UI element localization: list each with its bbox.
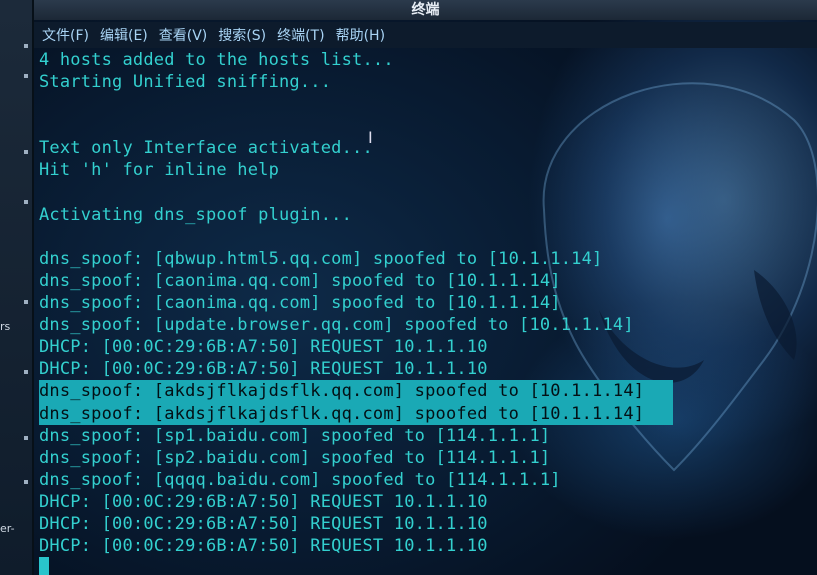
menu-search[interactable]: 搜索(S)	[218, 25, 266, 45]
terminal-line: dns_spoof: [sp2.baidu.com] spoofed to [1…	[39, 447, 551, 468]
terminal-output[interactable]: 4 hosts added to the hosts list... Starti…	[39, 49, 814, 557]
menu-terminal[interactable]: 终端(T)	[277, 25, 324, 45]
strip-marker	[24, 44, 28, 48]
background-window-strip: rs er-	[0, 0, 34, 575]
terminal-line: dns_spoof: [sp1.baidu.com] spoofed to [1…	[39, 425, 551, 446]
terminal-line: DHCP: [00:0C:29:6B:A7:50] REQUEST 10.1.1…	[39, 359, 488, 380]
terminal-window[interactable]: 终端 文件(F) 编辑(E) 查看(V) 搜索(S) 终端(T) 帮助(H) 4…	[34, 0, 817, 575]
text-cursor-icon: I	[368, 128, 373, 147]
terminal-line: dns_spoof: [qqqq.baidu.com] spoofed to […	[39, 469, 561, 490]
terminal-line: DHCP: [00:0C:29:6B:A7:50] REQUEST 10.1.1…	[39, 337, 488, 358]
terminal-cursor	[39, 557, 49, 575]
terminal-line: Activating dns_spoof plugin...	[39, 204, 353, 225]
strip-marker	[24, 150, 28, 154]
menu-view[interactable]: 查看(V)	[159, 25, 208, 45]
menu-file[interactable]: 文件(F)	[42, 25, 89, 45]
terminal-line: Starting Unified sniffing...	[39, 72, 332, 93]
strip-marker	[24, 370, 28, 374]
strip-text-fragment: er-	[0, 522, 15, 535]
terminal-line: dns_spoof: [caonima.qq.com] spoofed to […	[39, 270, 561, 291]
terminal-line: DHCP: [00:0C:29:6B:A7:50] REQUEST 10.1.1…	[39, 513, 488, 534]
terminal-line: dns_spoof: [qbwup.html5.qq.com] spoofed …	[39, 248, 603, 269]
strip-marker	[24, 300, 28, 304]
terminal-line: dns_spoof: [caonima.qq.com] spoofed to […	[39, 293, 561, 314]
menu-edit[interactable]: 编辑(E)	[100, 25, 148, 45]
menu-help[interactable]: 帮助(H)	[336, 25, 385, 45]
window-title[interactable]: 终端	[34, 0, 817, 20]
terminal-line: dns_spoof: [update.browser.qq.com] spoof…	[39, 315, 634, 336]
terminal-line: 4 hosts added to the hosts list...	[39, 50, 394, 70]
strip-marker	[24, 436, 28, 440]
terminal-line: DHCP: [00:0C:29:6B:A7:50] REQUEST 10.1.1…	[39, 536, 488, 557]
strip-marker	[24, 74, 28, 78]
strip-marker	[24, 200, 28, 204]
strip-text-fragment: rs	[0, 320, 11, 333]
terminal-line-highlighted: dns_spoof: [akdsjflkajdsflk.qq.com] spoo…	[39, 380, 673, 403]
terminal-line: Text only Interface activated...	[39, 138, 373, 159]
terminal-line: Hit 'h' for inline help	[39, 160, 280, 181]
terminal-line-highlighted: dns_spoof: [akdsjflkajdsflk.qq.com] spoo…	[39, 402, 673, 425]
terminal-line: DHCP: [00:0C:29:6B:A7:50] REQUEST 10.1.1…	[39, 491, 488, 512]
strip-marker	[24, 480, 28, 484]
menu-bar: 文件(F) 编辑(E) 查看(V) 搜索(S) 终端(T) 帮助(H)	[34, 22, 817, 48]
